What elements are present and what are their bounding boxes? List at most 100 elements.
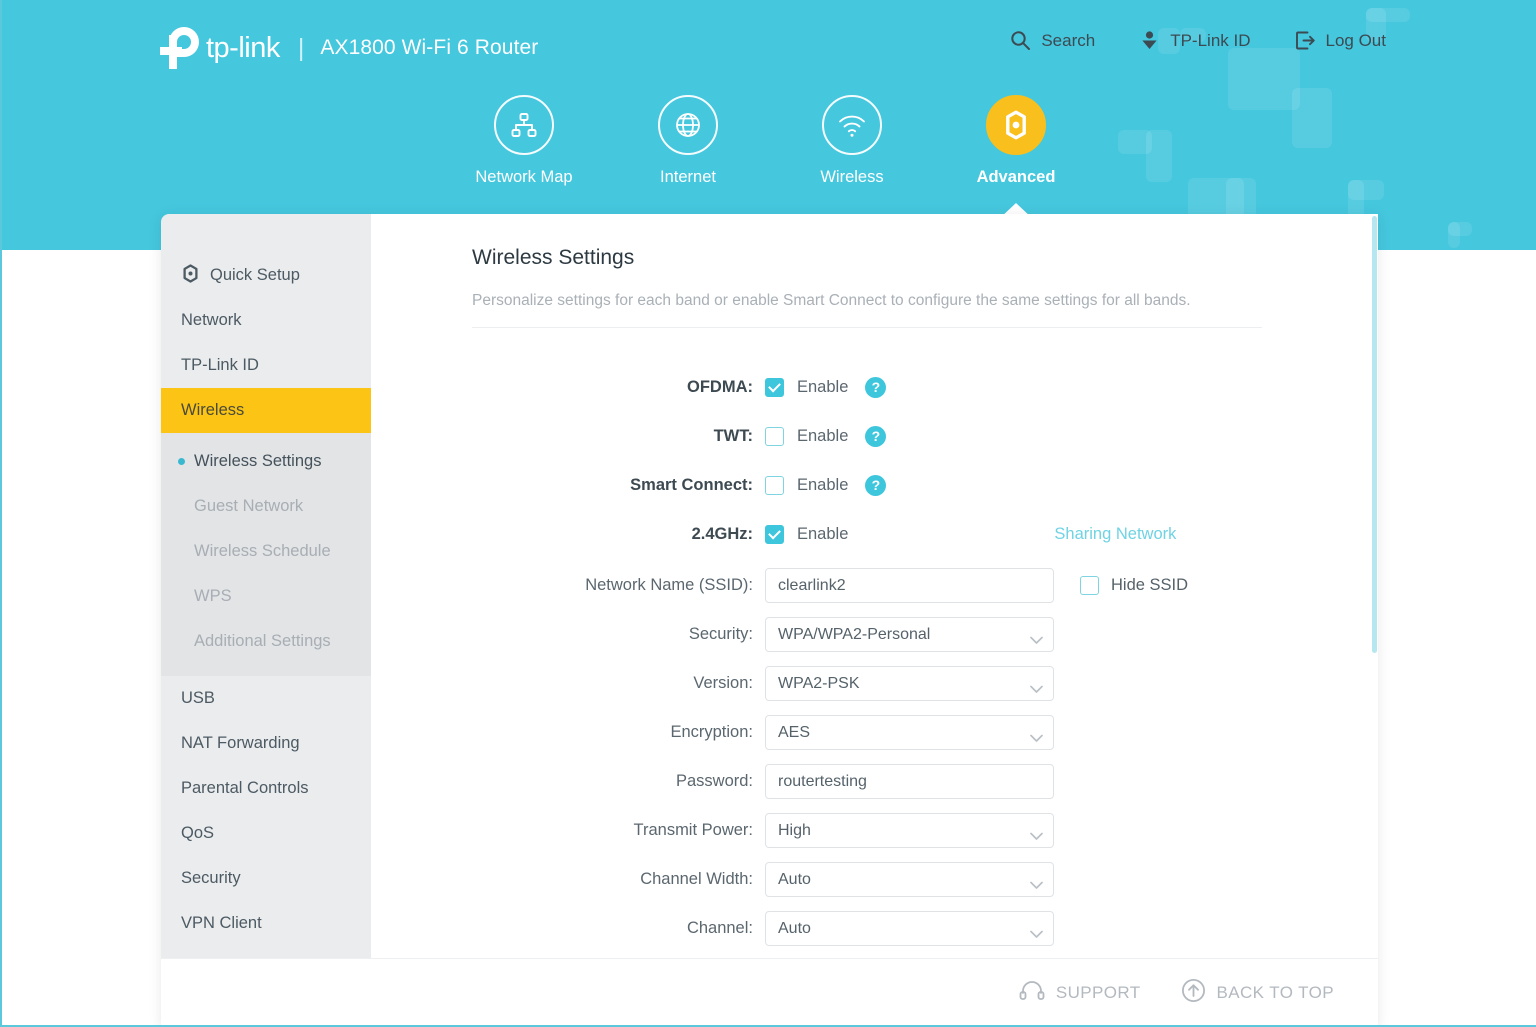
row-smart-connect: Smart Connect: Enable ? (472, 463, 1378, 507)
tab-advanced[interactable]: Advanced (934, 95, 1098, 219)
row-encryption: Encryption: AES (472, 708, 1378, 757)
chevron-down-icon (1030, 730, 1043, 742)
back-to-top-button[interactable]: BACK TO TOP (1181, 978, 1334, 1008)
sidebar-sublabel-wireless-settings: Wireless Settings (194, 452, 322, 470)
user-account-icon (1139, 30, 1160, 51)
logout-button[interactable]: Log Out (1295, 30, 1386, 51)
sidebar-label-parental-controls: Parental Controls (181, 779, 309, 797)
wireless-settings-form: OFDMA: Enable ? TWT: Enable ? Smart Conn… (472, 365, 1378, 1002)
transmit-power-select-value: High (778, 821, 811, 839)
tab-label-advanced: Advanced (976, 168, 1056, 186)
sidebar-item-security[interactable]: Security (161, 856, 371, 901)
settings-content-panel: Wireless Settings Personalize settings f… (371, 214, 1378, 1025)
encryption-select[interactable]: AES (765, 715, 1054, 750)
tab-wireless[interactable]: Wireless (770, 95, 934, 187)
sidebar-subitem-wps[interactable]: WPS (161, 574, 371, 619)
sidebar-sublabel-additional-settings: Additional Settings (194, 632, 331, 650)
support-label: SUPPORT (1055, 983, 1141, 1002)
globe-icon (658, 95, 718, 155)
channel-select-value: Auto (778, 919, 811, 937)
logo-wordmark: tp-link (206, 31, 280, 64)
row-ofdma: OFDMA: Enable ? (472, 365, 1378, 409)
smart-connect-checkbox[interactable] (765, 475, 784, 495)
channel-width-select-value: Auto (778, 870, 811, 888)
label-ofdma: OFDMA: (687, 377, 753, 396)
search-label: Search (1041, 30, 1096, 50)
sidebar-subitem-additional-settings[interactable]: Additional Settings (161, 619, 371, 664)
gear-icon (986, 95, 1046, 155)
channel-select[interactable]: Auto (765, 911, 1054, 946)
sidebar-item-quick-setup[interactable]: Quick Setup (161, 253, 371, 298)
sidebar-subitem-wireless-schedule[interactable]: Wireless Schedule (161, 529, 371, 574)
back-to-top-label: BACK TO TOP (1216, 983, 1334, 1002)
sidebar-sublabel-wireless-schedule: Wireless Schedule (194, 542, 331, 560)
security-select[interactable]: WPA/WPA2-Personal (765, 617, 1054, 652)
sharing-network-link[interactable]: Sharing Network (1054, 525, 1176, 544)
chevron-down-icon (1030, 632, 1043, 644)
transmit-power-select[interactable]: High (765, 813, 1054, 848)
active-dot-icon (178, 458, 185, 465)
logo-separator: | (297, 33, 305, 62)
password-input[interactable]: routertesting (765, 764, 1054, 799)
chevron-down-icon (1030, 877, 1043, 889)
sidebar-label-wireless: Wireless (181, 401, 245, 419)
label-channel-width: Channel Width: (640, 870, 753, 888)
support-button[interactable]: SUPPORT (1019, 980, 1141, 1007)
page-subtitle: Personalize settings for each band or en… (472, 292, 1262, 328)
settings-card: Quick Setup Network TP-Link ID Wireless … (161, 214, 1378, 1025)
channel-width-select[interactable]: Auto (765, 862, 1054, 897)
row-password: Password: routertesting (472, 757, 1378, 806)
band-24ghz-checkbox[interactable] (765, 524, 784, 544)
content-scrollbar-track[interactable] (1371, 214, 1378, 1025)
hide-ssid-checkbox[interactable] (1080, 576, 1099, 595)
sidebar-subitem-guest-network[interactable]: Guest Network (161, 484, 371, 529)
sidebar-subnav-wireless: Wireless Settings Guest Network Wireless… (161, 433, 371, 676)
chevron-down-icon (1030, 926, 1043, 938)
network-map-icon (494, 95, 554, 155)
twt-help-icon[interactable]: ? (865, 425, 887, 447)
smart-connect-help-icon[interactable]: ? (865, 474, 887, 496)
ofdma-help-icon[interactable]: ? (865, 376, 887, 398)
ssid-input[interactable]: clearlink2 (765, 568, 1054, 603)
wifi-icon (822, 95, 882, 155)
row-channel: Channel: Auto (472, 904, 1378, 953)
chevron-down-icon (1030, 681, 1043, 693)
label-smart-connect: Smart Connect: (630, 475, 753, 494)
tab-internet[interactable]: Internet (606, 95, 770, 187)
sidebar-item-parental-controls[interactable]: Parental Controls (161, 766, 371, 811)
twt-checkbox[interactable] (765, 426, 784, 446)
tp-link-logo-icon (160, 27, 200, 69)
router-admin-page: tp-link | AX1800 Wi-Fi 6 Router Search T… (0, 0, 1536, 1027)
content-scrollbar-thumb[interactable] (1372, 216, 1377, 653)
row-twt: TWT: Enable ? (472, 414, 1378, 458)
brand-logo[interactable]: tp-link | AX1800 Wi-Fi 6 Router (160, 26, 538, 70)
gear-icon (181, 263, 200, 288)
sidebar-item-qos[interactable]: QoS (161, 811, 371, 856)
sidebar-item-wireless[interactable]: Wireless (161, 388, 371, 433)
sidebar-item-network[interactable]: Network (161, 298, 371, 343)
headset-icon (1019, 980, 1045, 1007)
tp-link-id-button[interactable]: TP-Link ID (1139, 30, 1251, 51)
tab-label-network-map: Network Map (475, 168, 573, 186)
tab-network-map[interactable]: Network Map (442, 95, 606, 187)
search-icon (1010, 30, 1031, 51)
tab-label-wireless: Wireless (820, 168, 884, 186)
main-navigation-tabs: Network Map Internet Wireless Advanced (2, 95, 1536, 219)
sidebar-subitem-wireless-settings[interactable]: Wireless Settings (161, 439, 371, 484)
ofdma-enable-label: Enable (797, 377, 849, 396)
sidebar-label-network: Network (181, 311, 242, 329)
search-button[interactable]: Search (1010, 30, 1095, 51)
sidebar-item-usb[interactable]: USB (161, 676, 371, 721)
sidebar-label-qos: QoS (181, 824, 215, 842)
sidebar-item-tp-link-id[interactable]: TP-Link ID (161, 343, 371, 388)
sidebar-label-nat-forwarding: NAT Forwarding (181, 734, 300, 752)
row-ssid: Network Name (SSID): clearlink2 Hide SSI… (472, 561, 1378, 610)
sidebar-item-nat-forwarding[interactable]: NAT Forwarding (161, 721, 371, 766)
row-security: Security: WPA/WPA2-Personal (472, 610, 1378, 659)
page-footer: SUPPORT BACK TO TOP (161, 958, 1378, 1025)
label-24ghz: 2.4GHz: (691, 524, 753, 543)
sidebar-item-vpn-client[interactable]: VPN Client (161, 901, 371, 946)
version-select[interactable]: WPA2-PSK (765, 666, 1054, 701)
ofdma-checkbox[interactable] (765, 377, 784, 397)
label-password: Password: (675, 772, 753, 790)
